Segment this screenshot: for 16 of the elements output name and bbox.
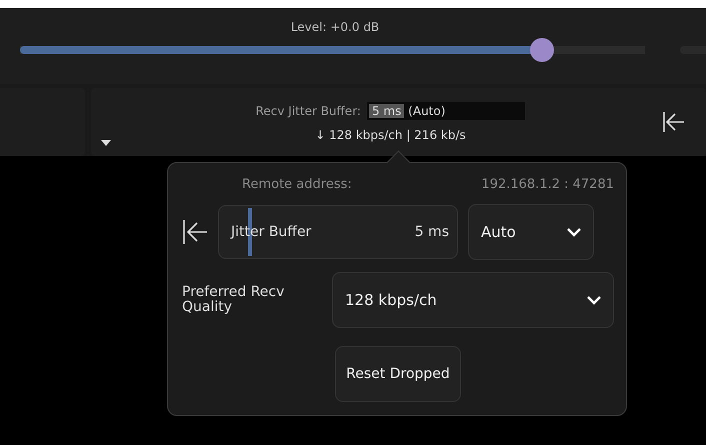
slider-thumb[interactable]: [530, 38, 554, 62]
chevron-down-icon: [567, 228, 581, 236]
collapse-icon[interactable]: [662, 111, 686, 133]
receive-rate: ↓ 128 kbps/ch | 216 kb/s: [315, 128, 466, 142]
mode-dropdown[interactable]: Auto: [468, 204, 594, 260]
quality-dropdown[interactable]: 128 kbps/ch: [332, 272, 614, 328]
dropdown-icon[interactable]: [101, 140, 111, 146]
level-label: Level: +0.0 dB: [290, 20, 380, 34]
jitter-buffer-value: 5 ms (Auto): [366, 102, 526, 120]
remote-address-label: Remote address:: [242, 177, 352, 192]
jitter-buffer-label: Recv Jitter Buffer:: [256, 104, 361, 118]
quality-label: Preferred Recv Quality: [182, 284, 286, 316]
chevron-down-icon: [587, 296, 601, 304]
reset-dropped-button[interactable]: Reset Dropped: [335, 346, 461, 402]
remote-address: 192.168.1.2 : 47281: [481, 177, 614, 192]
collapse-icon[interactable]: [182, 219, 208, 245]
